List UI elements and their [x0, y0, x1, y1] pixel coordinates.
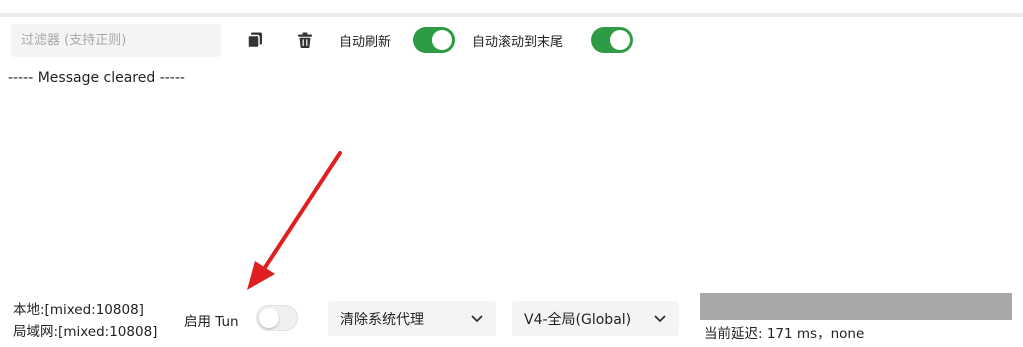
log-message: ----- Message cleared ----- [8, 70, 185, 86]
log-window: 自动刷新 自动滚动到末尾 ----- Message cleared -----… [0, 0, 1023, 347]
log-output[interactable]: ----- Message cleared ----- [8, 70, 1008, 270]
auto-scroll-toggle[interactable] [591, 27, 633, 53]
toggle-knob [259, 308, 279, 328]
top-divider [0, 0, 1023, 17]
lan-port-label: 局域网:[mixed:10808] [13, 324, 158, 340]
toggle-knob [610, 30, 630, 50]
tun-label: 启用 Tun [184, 314, 239, 330]
latency-label: 当前延迟: 171 ms，none [704, 326, 865, 342]
tun-toggle[interactable] [256, 305, 298, 331]
delete-button[interactable] [294, 29, 316, 51]
local-port-label: 本地:[mixed:10808] [13, 302, 144, 318]
auto-scroll-label: 自动滚动到末尾 [472, 35, 564, 50]
copy-icon [247, 32, 262, 49]
auto-refresh-toggle[interactable] [413, 27, 455, 53]
routing-mode-select[interactable]: V4-全局(Global) [512, 301, 679, 336]
redacted-block [700, 293, 1012, 320]
trash-icon [298, 32, 312, 48]
chevron-down-icon [470, 314, 484, 323]
routing-mode-value: V4-全局(Global) [524, 311, 632, 328]
filter-input[interactable] [11, 24, 221, 57]
system-proxy-value: 清除系统代理 [340, 311, 424, 328]
toggle-knob [432, 30, 452, 50]
chevron-down-icon [653, 314, 667, 323]
copy-button[interactable] [244, 29, 266, 51]
auto-refresh-label: 自动刷新 [339, 35, 392, 50]
system-proxy-select[interactable]: 清除系统代理 [328, 301, 496, 336]
